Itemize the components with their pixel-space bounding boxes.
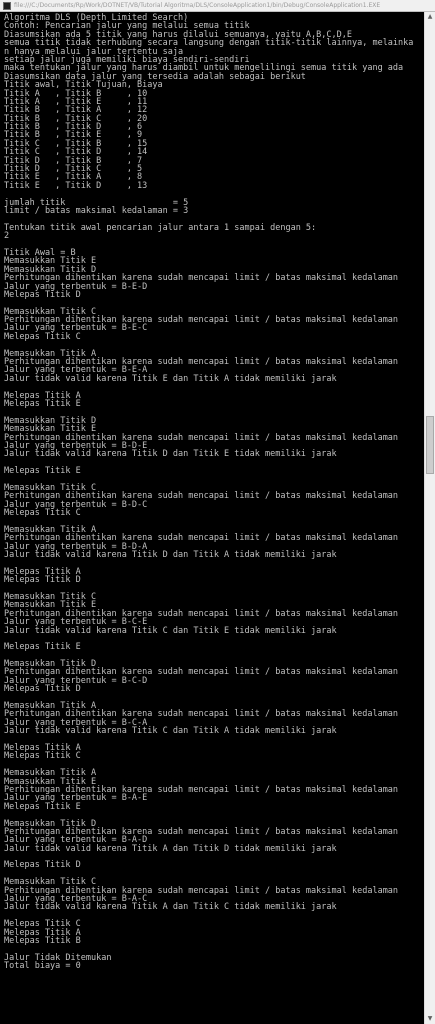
- scrollbar-thumb[interactable]: [426, 416, 434, 474]
- console-line: Melepas Titik C: [4, 751, 81, 762]
- vertical-scrollbar[interactable]: ▲ ▼: [424, 12, 435, 1024]
- scroll-down-icon[interactable]: ▼: [425, 1014, 435, 1024]
- console-window: file:///C:/Documents/Rp/Work/DOTNET/VB/T…: [0, 0, 435, 1024]
- console-line: Melepas Titik E: [4, 466, 81, 477]
- console-line: Total biaya = 0: [4, 961, 81, 972]
- console-line: Melepas Titik D: [4, 684, 81, 695]
- scroll-up-icon[interactable]: ▲: [425, 12, 435, 22]
- console-line: Jalur tidak valid karena Titik A dan Tit…: [4, 902, 337, 913]
- console-line: Melepas Titik C: [4, 508, 81, 519]
- console-line: 2: [4, 231, 10, 242]
- console-line: Jalur tidak valid karena Titik C dan Tit…: [4, 625, 337, 636]
- console-line: Jalur tidak valid karena Titik D dan Tit…: [4, 449, 337, 460]
- window-title: file:///C:/Documents/Rp/Work/DOTNET/VB/T…: [14, 1, 381, 9]
- console-line: limit / batas maksimal kedalaman = 3: [4, 205, 189, 216]
- console-output: Algoritma DLS (Depth Limited Search) Cont…: [0, 12, 423, 1024]
- console-line: Melepas Titik E: [4, 642, 81, 653]
- console-line: Melepas Titik D: [4, 575, 81, 586]
- console-line: Jalur tidak valid karena Titik E dan Tit…: [4, 373, 337, 384]
- console-line: Melepas Titik D: [4, 860, 81, 871]
- console-line: Jalur tidak valid karena Titik D dan Tit…: [4, 550, 337, 560]
- console-line: Melepas Titik C: [4, 331, 81, 342]
- console-line: Melepas Titik D: [4, 289, 81, 300]
- console-line: Melepas Titik E: [4, 398, 81, 409]
- console-app-icon: [3, 1, 11, 10]
- console-line: Melepas Titik B: [4, 935, 81, 946]
- title-bar[interactable]: file:///C:/Documents/Rp/Work/DOTNET/VB/T…: [0, 0, 435, 12]
- console-line: Melepas Titik E: [4, 801, 81, 812]
- console-line: Titik E , Titik D , 13: [4, 180, 148, 191]
- console-line: Jalur tidak valid karena Titik C dan Tit…: [4, 726, 337, 737]
- console-line: Tentukan titik awal pencarian jalur anta…: [4, 222, 317, 233]
- console-line: Jalur tidak valid karena Titik A dan Tit…: [4, 843, 337, 854]
